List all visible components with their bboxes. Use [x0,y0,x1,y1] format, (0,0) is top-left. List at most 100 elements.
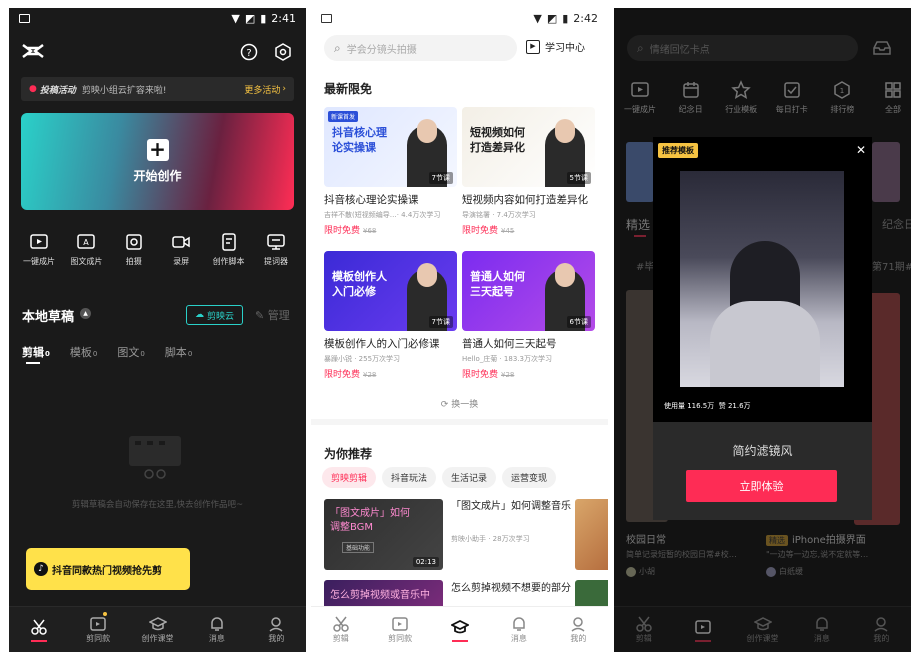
drafts-expand-icon[interactable]: ▲ [80,308,91,319]
course-thumb: 新课首发 抖音核心理论实操课 7节课 [324,107,457,187]
rec-video-title[interactable]: 怎么剪掉视频不想要的部分 [451,581,571,605]
course-card[interactable]: 新课首发 抖音核心理论实操课 7节课 抖音核心理论实操课 吉祥不散(短视频编导…· 4.… [324,107,457,236]
course-card[interactable]: 短视频如何打造差异化 5节课 短视频内容如何打造差异化 导演铭署 · 7.4万次学习限… [462,107,595,236]
gallery-icon [19,13,30,23]
nav-profile[interactable]: 我的 [549,607,608,652]
nav-label: 我的 [873,634,890,643]
rec-thumb-partial[interactable] [575,499,608,570]
hashtag-left[interactable]: #毕 [636,258,654,273]
inbox-icon[interactable] [872,39,892,57]
rec-video-title[interactable]: 「图文成片」如何调整音乐 [451,499,571,514]
template-preview-video[interactable] [680,171,844,387]
course-card[interactable]: 普通人如何三天起号 6节课 普通人如何三天起号 Hello_庄菊 · 183.3万次学… [462,251,595,380]
tool-prompter[interactable]: 提词器 [254,232,298,267]
course-title: 模板创作人的入门必修课 [324,338,440,350]
manage-label: 管理 [267,309,290,322]
tool-image-text[interactable]: A 图文成片 [64,232,108,267]
tool-daily-checkin[interactable]: 每日打卡 [770,80,814,115]
tool-shoot[interactable]: 拍摄 [112,232,156,267]
feed-card-author: 小胡 [626,566,655,577]
tool-rank[interactable]: 1 排行榜 [820,80,864,115]
pill-douyin-tips[interactable]: 抖音玩法 [382,467,437,488]
tab-script[interactable]: 脚本0 [165,344,192,360]
tool-label: 全部 [884,105,901,114]
tool-record[interactable]: 录屏 [159,232,203,267]
nav-course[interactable] [430,607,489,652]
pill-capcut-editing[interactable]: 剪映剪辑 [322,467,377,488]
help-icon[interactable]: ? [240,43,258,61]
hashtag-right[interactable]: 第71期# [872,258,911,273]
checkbox-icon [784,82,800,98]
douyin-promo-popup[interactable]: ♪ 抖音同款热门视频抢先剪 [26,548,190,590]
lesson-count-badge: 5节课 [566,172,591,184]
rec-video-thumb[interactable]: 「图文成片」如何调整BGM 基础功能 02:13 [324,499,443,570]
nav-course[interactable]: 创作课堂 [128,607,187,652]
tab-count: 0 [140,350,145,358]
feed-card-title[interactable]: 校园日常 [626,531,666,546]
feed-card-title[interactable]: 精选 iPhone拍摄界面 [766,531,866,546]
tool-one-click[interactable]: 一键成片 [17,232,61,267]
duration-badge: 02:13 [412,557,439,567]
search-bar[interactable]: ⌕ 情绪回忆卡点 [627,35,858,61]
close-icon[interactable]: ✕ [856,143,866,157]
nav-course[interactable]: 创作课堂 [733,607,792,652]
tool-label: 提词器 [263,257,288,266]
course-meta: 导演铭署 · 7.4万次学习 [462,211,536,219]
section-recommend-title: 为你推荐 [324,447,373,461]
pill-monetize[interactable]: 运营变现 [502,467,557,488]
prompter-icon [267,234,285,250]
lesson-count-badge: 7节课 [428,172,453,184]
activity-banner[interactable]: ● 投稿活动 剪映小组云扩容来啦! 更多活动 › [21,77,294,101]
nav-messages[interactable]: 消息 [489,607,548,652]
tool-all[interactable]: 全部 [871,80,911,115]
template-tools-row: 一键成片 纪念日 行业模板 每日打卡 1 排行榜 全部 [614,80,911,115]
search-bar[interactable]: ⌕ 学会分镜头拍摄 [324,35,517,61]
tool-industry[interactable]: 行业模板 [719,80,763,115]
nav-edit[interactable]: 剪辑 [311,607,370,652]
nav-label: 剪辑 [635,634,652,643]
nav-label: 剪同款 [388,634,413,643]
pill-life-record[interactable]: 生活记录 [442,467,497,488]
nav-messages[interactable]: 消息 [792,607,851,652]
tab-image-text[interactable]: 图文0 [117,344,144,360]
nav-profile[interactable]: 我的 [852,607,911,652]
user-icon [269,617,283,632]
tab-template[interactable]: 模板0 [70,344,97,360]
bell-icon [211,617,223,631]
wifi-icon: ▼ [231,11,240,25]
tool-script[interactable]: 创作脚本 [207,232,251,267]
tab-edit[interactable]: 剪辑0 [22,344,50,364]
nav-profile[interactable]: 我的 [247,607,306,652]
nav-edit[interactable] [9,607,68,652]
learning-center-label: 学习中心 [545,43,585,54]
try-now-button[interactable]: 立即体验 [686,470,837,502]
nav-template[interactable] [673,607,732,652]
tool-one-click[interactable]: 一键成片 [618,80,662,115]
cloud-button[interactable]: ☁ 剪映云 [186,305,243,325]
svg-text:A: A [84,238,90,247]
rec-thumb-text: 怎么剪掉视频或音乐中 [330,590,430,601]
instructor-face [555,119,575,143]
tab-featured[interactable]: 精选 [626,216,650,233]
nav-messages[interactable]: 消息 [187,607,246,652]
rec-thumb-text: 「图文成片」如何调整BGM [330,508,410,533]
start-create-button[interactable]: + 开始创作 [21,113,294,210]
nav-template[interactable]: 剪同款 [370,607,429,652]
graduation-cap-icon [753,617,772,631]
learning-center-button[interactable]: ▶ 学习中心 [526,39,585,54]
nav-edit[interactable]: 剪辑 [614,607,673,652]
nav-label: 消息 [813,634,830,643]
flame-icon: ● [29,84,37,94]
manage-button[interactable]: ✎ 管理 [255,307,290,323]
tool-anniversary[interactable]: 纪念日 [669,80,713,115]
refresh-button[interactable]: ⟳ 换一换 [311,397,608,410]
feed-card-author: 白纸缓 [766,566,803,577]
course-card[interactable]: 模板创作人入门必修 7节课 模板创作人的入门必修课 暴躁小锐 · 255万次学习 限时免… [324,251,457,380]
more-activities-link[interactable]: 更多活动 [244,83,280,96]
rec-thumb-sub: 基础功能 [342,542,375,553]
notification-dot [102,612,107,616]
tab-anniversary[interactable]: 纪念日 [882,216,911,232]
settings-icon[interactable] [274,43,292,61]
nav-template[interactable]: 剪同款 [68,607,127,652]
search-placeholder: 情绪回忆卡点 [649,44,710,56]
